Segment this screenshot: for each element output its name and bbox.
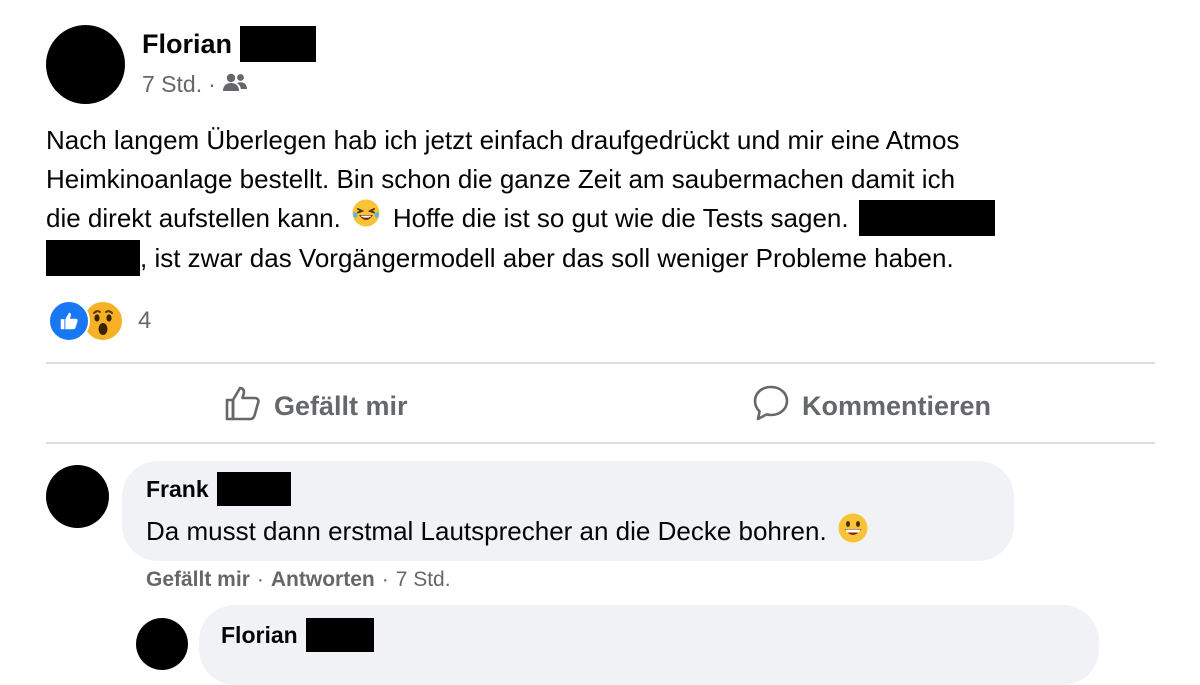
post-text-line: Heimkinoanlage bestellt. Bin schon die g…	[46, 163, 956, 194]
redacted-surname	[305, 618, 374, 652]
redacted-mention	[46, 239, 140, 276]
divider-bottom	[46, 442, 1155, 444]
post-timestamp[interactable]: 7 Std.	[142, 71, 202, 98]
post-text-segment: Hoffe die ist so gut wie die Tests sagen…	[392, 203, 849, 233]
comment-button[interactable]: Kommentieren	[752, 384, 991, 429]
reply-bubble: Florian	[199, 605, 1099, 685]
comment-reply-link[interactable]: Antworten	[271, 568, 375, 592]
redacted-mention	[858, 200, 995, 237]
divider-top	[46, 362, 1155, 364]
comment-timestamp[interactable]: 7 Std.	[396, 568, 451, 592]
reactions-summary[interactable]: 4	[48, 300, 151, 342]
post-text-line: die direkt aufstellen kann. Hoffe die is…	[46, 198, 1156, 239]
comment-text-row: Da musst dann erstmal Lautsprecher an di…	[146, 512, 869, 551]
redacted-surname	[216, 472, 291, 506]
commenter-avatar[interactable]	[46, 465, 109, 528]
like-reaction-icon	[48, 300, 90, 342]
comment-bubble: Frank Da musst dann erstmal Lautsprecher…	[122, 461, 1014, 561]
post-meta: 7 Std. ·	[142, 71, 248, 98]
reaction-count: 4	[138, 307, 152, 334]
laughing-tears-emoji-icon	[351, 198, 381, 239]
reply-author-row: Florian	[221, 618, 374, 652]
comment-like-link[interactable]: Gefällt mir	[146, 568, 250, 592]
post-text-segment: die direkt aufstellen kann.	[46, 203, 341, 233]
comment-author-name[interactable]: Frank	[146, 476, 209, 503]
redacted-surname	[240, 26, 317, 62]
post-body: Nach langem Überlegen hab ich jetzt einf…	[46, 121, 1156, 277]
reply-author-name[interactable]: Florian	[221, 622, 298, 649]
like-button[interactable]: Gefällt mir	[224, 384, 408, 429]
post-author-name[interactable]: Florian	[142, 29, 232, 60]
author-avatar[interactable]	[46, 25, 125, 104]
separator-dot: ·	[381, 568, 389, 591]
reply-avatar[interactable]	[136, 618, 188, 670]
post-text-line: Nach langem Überlegen hab ich jetzt einf…	[46, 125, 960, 155]
comment-icon	[752, 384, 790, 429]
comment-button-label: Kommentieren	[802, 391, 992, 421]
separator-dot: ·	[256, 568, 264, 591]
grinning-face-emoji-icon	[837, 512, 869, 551]
comment-text: Da musst dann erstmal Lautsprecher an di…	[146, 516, 827, 546]
post-text-line: , ist zwar das Vorgängermodell aber das …	[46, 239, 1156, 278]
meta-separator: ·	[208, 71, 216, 97]
post-text-segment: , ist zwar das Vorgängermodell aber das …	[140, 242, 954, 273]
comment-actions: Gefällt mir · Antworten · 7 Std.	[146, 568, 451, 592]
thumbs-up-icon	[224, 384, 262, 429]
post-author-row: Florian	[142, 26, 317, 62]
friends-icon[interactable]	[222, 71, 248, 98]
like-button-label: Gefällt mir	[274, 391, 408, 421]
comment-author-row: Frank	[146, 472, 291, 506]
